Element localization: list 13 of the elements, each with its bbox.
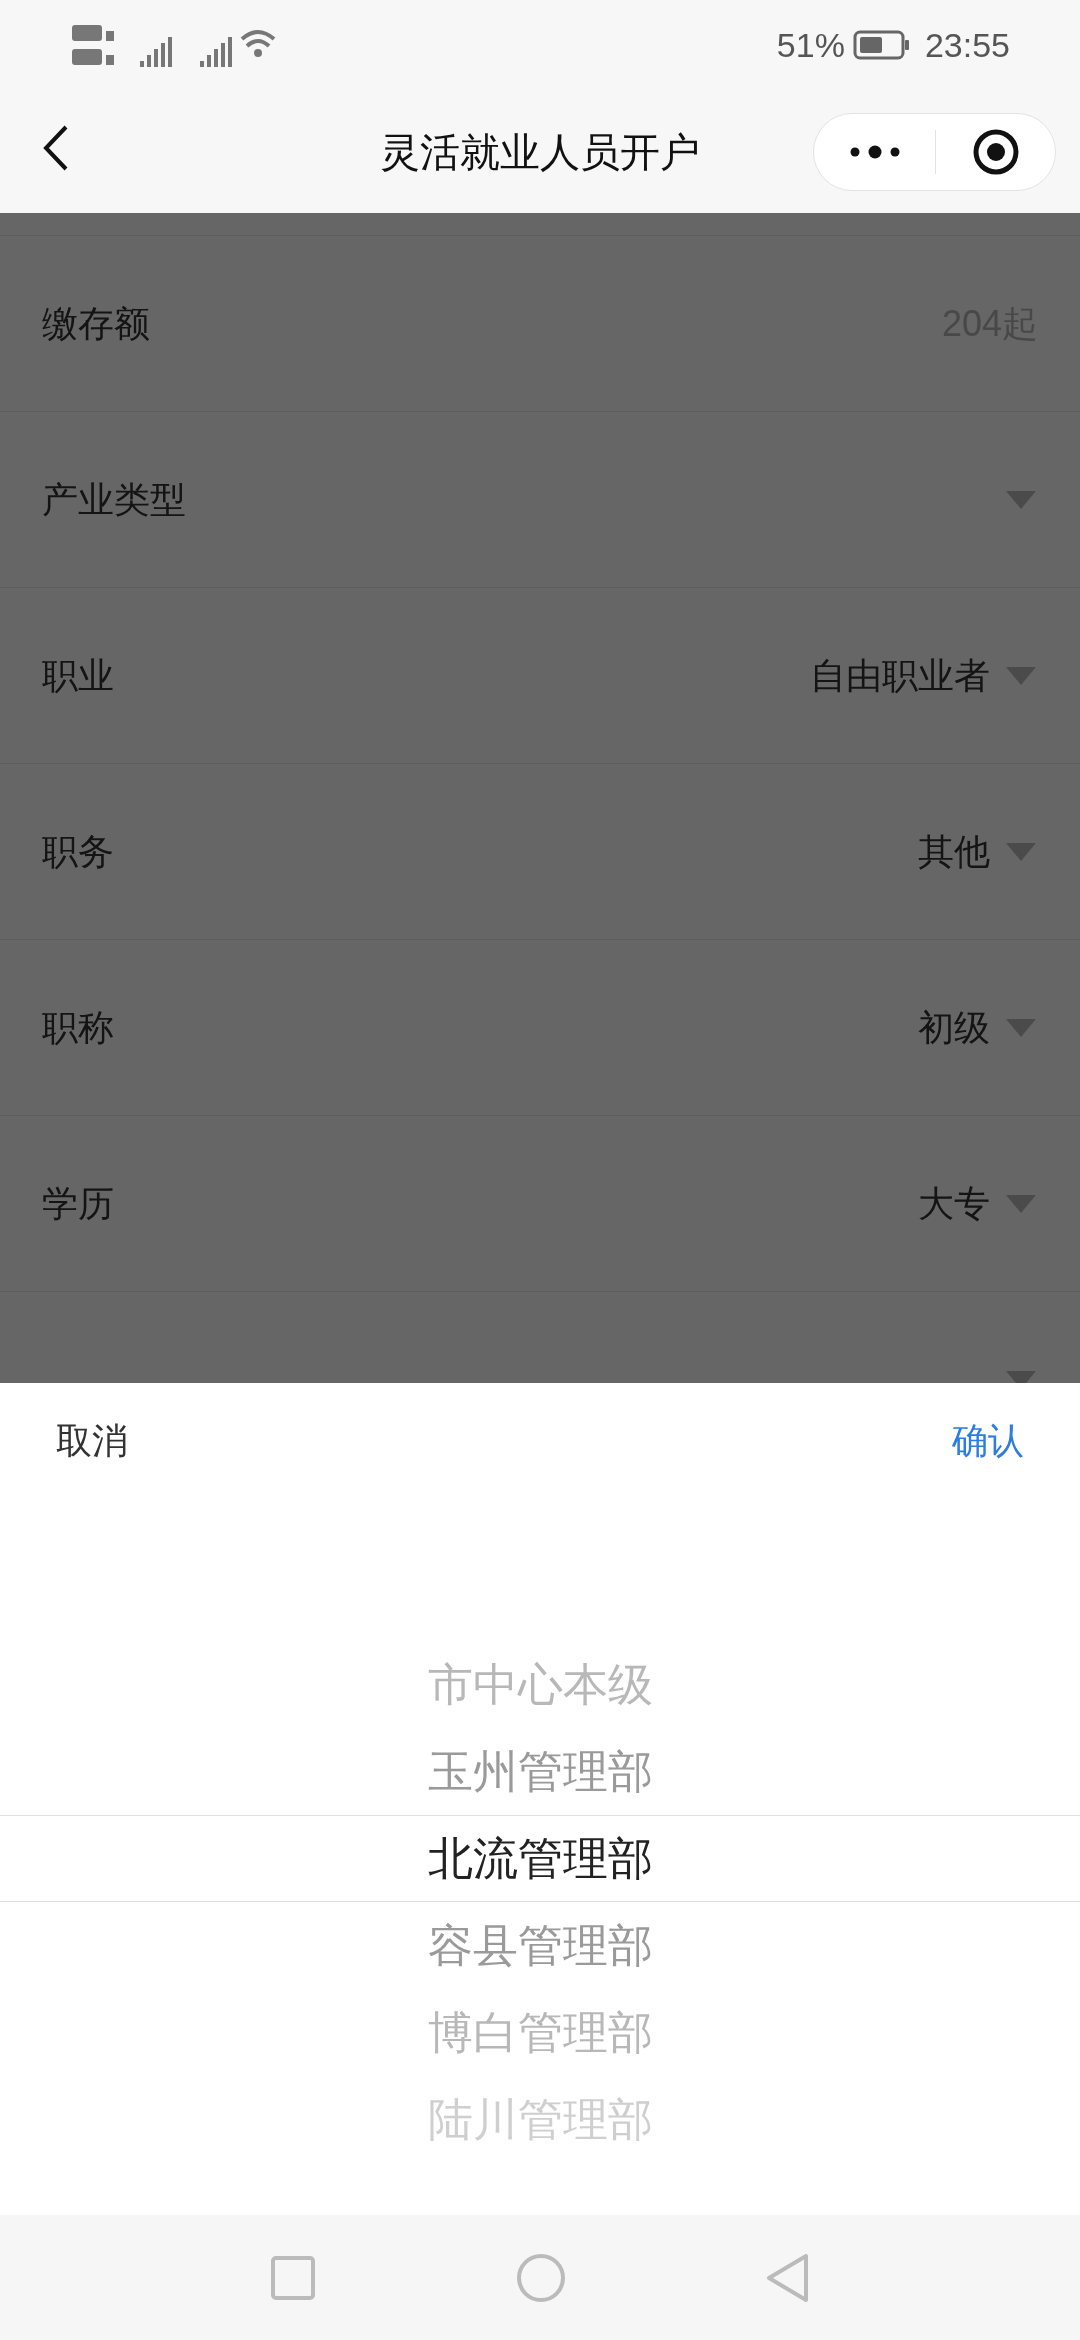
- page-title: 灵活就业人员开户: [380, 128, 700, 176]
- clock-time: 23:55: [924, 24, 1010, 66]
- field-label: 职业: [42, 653, 114, 698]
- field-value: 初级: [918, 1005, 990, 1050]
- field-value: 大专: [918, 1181, 990, 1226]
- field-label: 产业类型: [42, 477, 186, 522]
- field-value: 其他: [918, 829, 990, 874]
- field-label: 缴存额: [42, 301, 150, 346]
- field-label: 职务: [42, 829, 114, 874]
- field-label: 职称: [42, 1005, 114, 1050]
- field-label: 学历: [42, 1181, 114, 1226]
- battery-percent: 51%: [776, 24, 845, 66]
- field-value: 自由职业者: [810, 653, 990, 698]
